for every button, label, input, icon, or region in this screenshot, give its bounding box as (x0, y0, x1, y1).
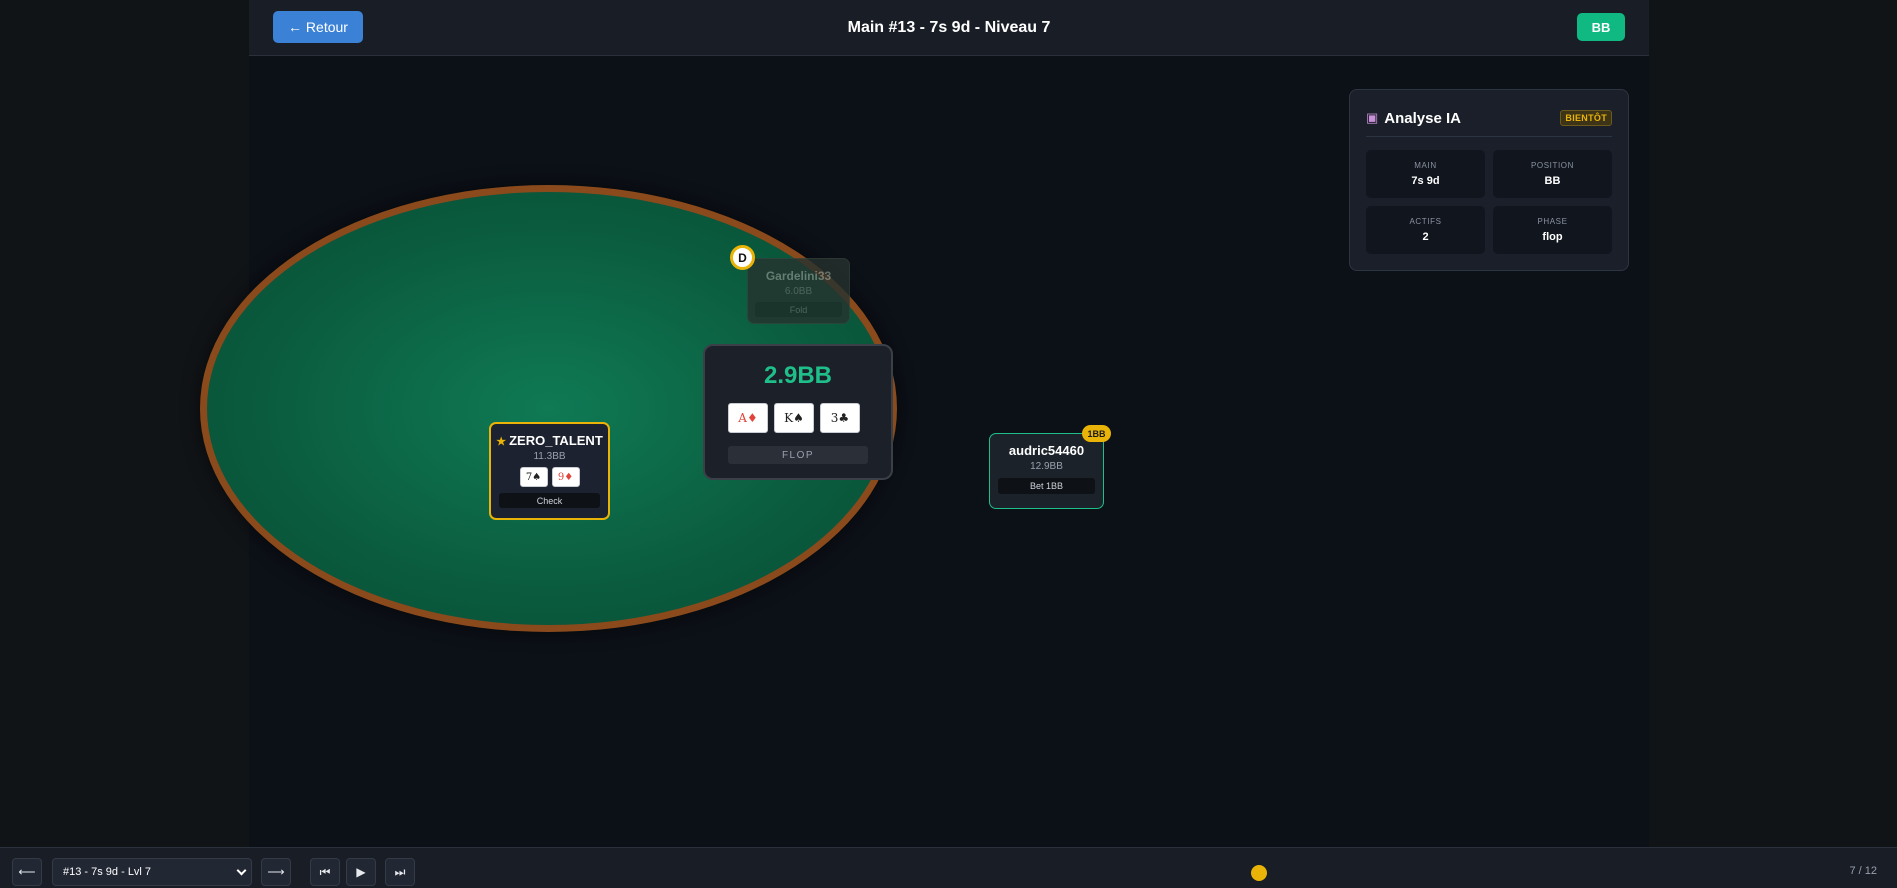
page-title: Main #13 - 7s 9d - Niveau 7 (847, 18, 1051, 36)
player-stack: 12.9BB (1030, 461, 1063, 472)
hand-select-value: #13 - 7s 9d - Lvl 7 (63, 866, 152, 878)
stat-value: BB (1544, 175, 1561, 187)
seat-player-folded: Gardelini33 6.0BB Fold (747, 258, 850, 324)
first-step-button[interactable]: ⏮ (310, 858, 340, 886)
bet-chip: 1BB (1082, 425, 1111, 442)
coming-soon-badge: BIENTÔT (1560, 110, 1612, 126)
position-badge: BB (1577, 13, 1625, 41)
ai-analysis-panel: ▣ Analyse IA BIENTÔT MAIN 7s 9d POSITION… (1349, 89, 1629, 271)
header-bar: ← Retour Main #13 - 7s 9d - Niveau 7 BB (249, 0, 1649, 56)
chevron-down-icon (236, 865, 247, 876)
player-stack: 6.0BB (784, 286, 813, 297)
stat-phase: PHASE flop (1493, 206, 1612, 254)
stat-hand: MAIN 7s 9d (1366, 150, 1485, 198)
play-button[interactable]: ▶ (346, 858, 376, 886)
street-label: FLOP (728, 446, 868, 464)
hero-name-row: ★ ZERO_TALENT (496, 433, 603, 448)
next-hand-button[interactable]: ⟶ (261, 858, 291, 886)
hole-card: 9♦ (551, 467, 580, 487)
star-icon: ★ (496, 436, 507, 448)
board-card: 3♣ (820, 403, 860, 433)
stat-label: MAIN (1414, 161, 1437, 170)
step-counter: 7 / 12 (1849, 865, 1877, 877)
ai-stats-grid: MAIN 7s 9d POSITION BB ACTIFS 2 PHASE fl… (1366, 150, 1612, 254)
player-name: audric54460 (1008, 443, 1085, 458)
board-cards: A♦ K♠ 3♣ (728, 403, 860, 433)
seat-hero: ★ ZERO_TALENT 11.3BB 7♠ 9♦ Check (489, 422, 610, 520)
stat-value: 7s 9d (1411, 175, 1440, 187)
stat-label: POSITION (1530, 161, 1575, 170)
stat-value: flop (1542, 231, 1563, 243)
seat-opponent: audric54460 12.9BB Bet 1BB (989, 433, 1104, 509)
stat-label: PHASE (1537, 217, 1568, 226)
pot-amount: 2.9BB (763, 362, 833, 389)
playback-controls: ⟵ #13 - 7s 9d - Lvl 7 ⟶ ⏮ ▶ ⏭ 7 / 12 (0, 847, 1897, 888)
last-step-button[interactable]: ⏭ (385, 858, 415, 886)
ai-panel-header: ▣ Analyse IA BIENTÔT (1366, 104, 1612, 137)
player-name: ZERO_TALENT (509, 433, 603, 448)
hole-card: 7♠ (519, 467, 548, 487)
player-action: Bet 1BB (997, 478, 1096, 494)
prev-hand-button[interactable]: ⟵ (12, 858, 42, 886)
back-button[interactable]: ← Retour (273, 11, 363, 43)
ai-panel-title: Analyse IA (1384, 109, 1461, 127)
board-card: K♠ (774, 403, 814, 433)
player-action: Check (499, 493, 600, 508)
player-action: Fold (755, 302, 842, 317)
stat-value: 2 (1422, 231, 1429, 243)
stat-position: POSITION BB (1493, 150, 1612, 198)
pot-display: 2.9BB A♦ K♠ 3♣ FLOP (703, 344, 893, 480)
hole-cards: 7♠ 9♦ (519, 467, 580, 487)
stat-label: ACTIFS (1409, 217, 1442, 226)
player-name: Gardelini33 (765, 269, 832, 283)
dealer-button: D (730, 245, 755, 270)
board-card: A♦ (728, 403, 768, 433)
robot-icon: ▣ (1366, 110, 1379, 125)
stat-active: ACTIFS 2 (1366, 206, 1485, 254)
player-stack: 11.3BB (533, 451, 566, 462)
hand-select[interactable]: #13 - 7s 9d - Lvl 7 (52, 858, 252, 886)
progress-handle[interactable] (1251, 865, 1267, 881)
